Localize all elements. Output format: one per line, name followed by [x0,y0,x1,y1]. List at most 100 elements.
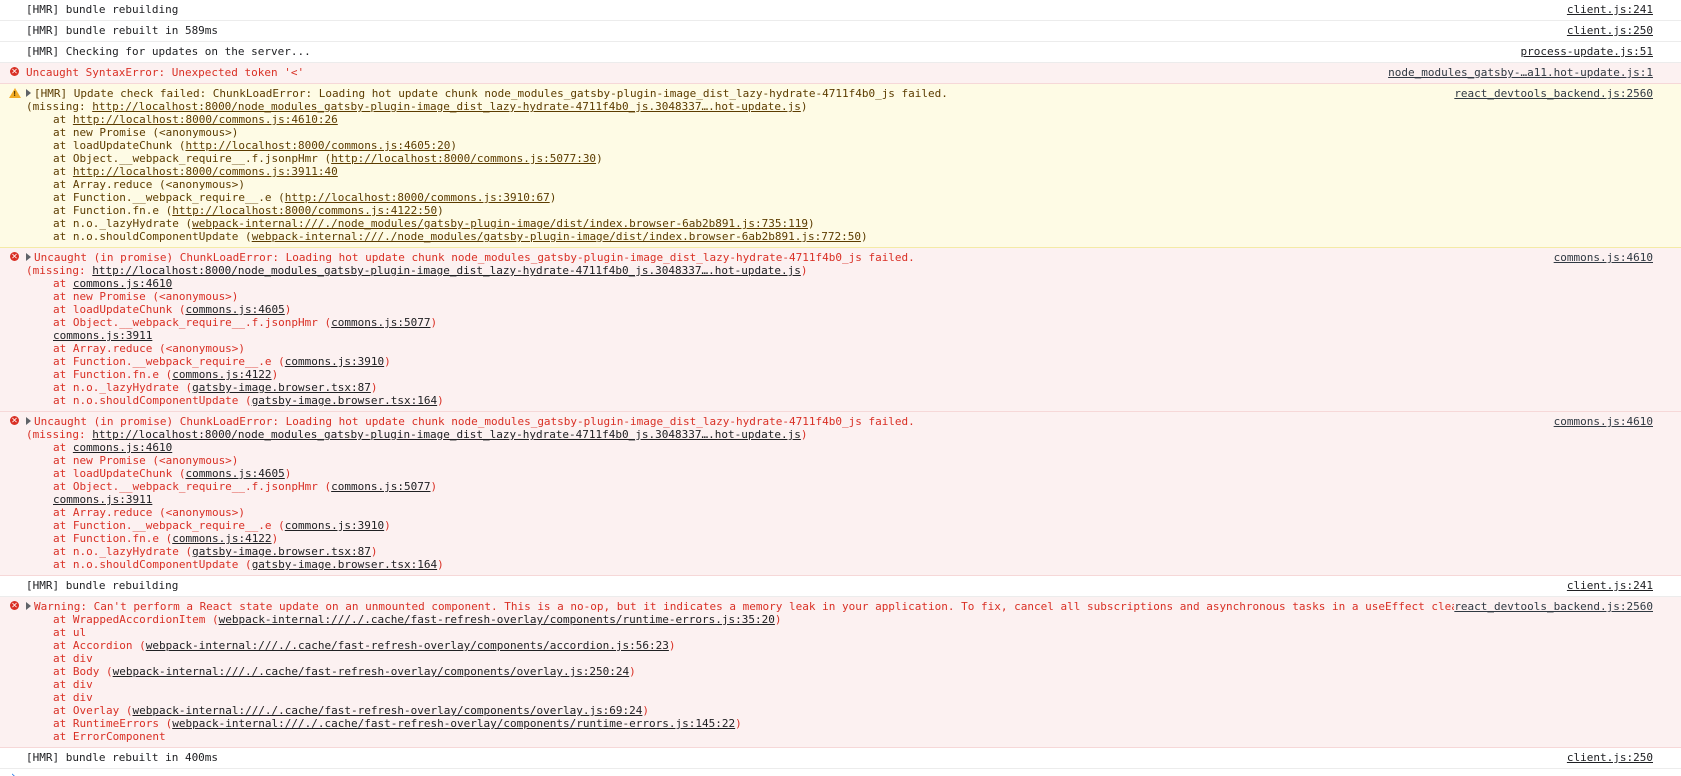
message-text-content: Uncaught (in promise) ChunkLoadError: Lo… [34,415,915,428]
message-gutter [0,3,26,16]
frame-text: at WrappedAccordionItem ( [53,613,219,626]
stack-frame: at n.o._lazyHydrate (webpack-internal://… [26,217,1673,230]
source-link[interactable]: client.js:250 [1566,24,1653,37]
message-text[interactable]: [HMR] Update check failed: ChunkLoadErro… [26,87,1673,100]
frame-source-link[interactable]: commons.js:4610 [73,441,172,454]
source-link[interactable]: react_devtools_backend.js:2560 [1454,600,1653,613]
stack-frame: at div [26,678,1673,691]
frame-source-link[interactable]: webpack-internal:///./.cache/fast-refres… [113,665,630,678]
frame-text: at n.o._lazyHydrate ( [53,217,193,230]
frame-source-link[interactable]: commons.js:4122 [172,532,271,545]
frame-source-link[interactable]: http://localhost:8000/commons.js:4605:20 [185,139,450,152]
frame-source-link[interactable]: http://localhost:8000/commons.js:3910:67 [285,191,550,204]
source-link[interactable]: commons.js:4610 [1553,251,1653,264]
frame-source-link[interactable]: commons.js:3910 [285,519,384,532]
console-prompt[interactable]: › [0,769,1681,776]
frame-source-link[interactable]: webpack-internal:///./.cache/fast-refres… [219,613,775,626]
expand-triangle-icon[interactable] [26,602,31,610]
message-text-content: Warning: Can't perform a React state upd… [34,600,1544,613]
frame-source-link[interactable]: commons.js:3911 [53,329,152,342]
frame-text: at Function.__webpack_require__.e ( [53,355,285,368]
source-link[interactable]: node_modules_gatsby-…a11.hot-update.js:1 [1388,66,1653,79]
frame-source-link[interactable]: webpack-internal:///./.cache/fast-refres… [172,717,735,730]
message-body: [HMR] bundle rebuilt in 400ms [26,751,1681,764]
stack-trace: at commons.js:4610 at new Promise (<anony… [26,277,1673,407]
error-circle-icon: ✕ [10,416,19,425]
stack-frame: at Overlay (webpack-internal:///./.cache… [26,704,1673,717]
source-link[interactable]: process-update.js:51 [1520,45,1653,58]
frame-text: at Function.fn.e ( [53,204,173,217]
frame-text: at n.o._lazyHydrate ( [53,545,193,558]
frame-text: at Function.__webpack_require__.e ( [53,191,285,204]
frame-source-link[interactable]: http://localhost:8000/commons.js:5077:30 [331,152,596,165]
frame-source-link[interactable]: webpack-internal:///./.cache/fast-refres… [132,704,642,717]
missing-url-link[interactable]: http://localhost:8000/node_modules_gatsb… [92,100,801,113]
frame-close: ) [549,191,557,204]
frame-source-link[interactable]: http://localhost:8000/commons.js:4122:50 [172,204,437,217]
message-text-content: Uncaught (in promise) ChunkLoadError: Lo… [34,251,915,264]
expand-triangle-icon[interactable] [26,417,31,425]
frame-text: at div [53,691,93,704]
frame-source-link[interactable]: http://localhost:8000/commons.js:4610:26 [73,113,338,126]
console-message-info: [HMR] bundle rebuilt in 589ms client.js:2… [0,21,1681,42]
missing-prefix: (missing: [26,428,93,441]
warning-triangle-icon: ! [9,88,21,98]
source-link[interactable]: commons.js:4610 [1553,415,1653,428]
frame-source-link[interactable]: commons.js:5077 [331,480,430,493]
frame-source-link[interactable]: webpack-internal:///./node_modules/gatsb… [192,217,808,230]
stack-frame: at new Promise (<anonymous>) [26,126,1673,139]
message-text[interactable]: Warning: Can't perform a React state upd… [26,600,1673,613]
message-gutter: ✕ [0,415,26,428]
console-message-info: [HMR] bundle rebuilding client.js:241 [0,576,1681,597]
missing-line: (missing: http://localhost:8000/node_mod… [26,264,1673,277]
message-text[interactable]: Uncaught (in promise) ChunkLoadError: Lo… [26,415,1673,428]
frame-close: ) [860,230,868,243]
console-panel: [HMR] bundle rebuilding client.js:241 [HMR… [0,0,1681,776]
frame-source-link[interactable]: webpack-internal:///./node_modules/gatsb… [252,230,861,243]
frame-source-link[interactable]: commons.js:4605 [185,303,284,316]
stack-frame: at Function.fn.e (http://localhost:8000/… [26,204,1673,217]
frame-source-link[interactable]: webpack-internal:///./.cache/fast-refres… [146,639,669,652]
frame-source-link[interactable]: gatsby-image.browser.tsx:87 [192,381,371,394]
frame-text: at Overlay ( [53,704,133,717]
frame-source-link[interactable]: commons.js:3910 [285,355,384,368]
frame-text: at Object.__webpack_require__.f.jsonpHmr… [53,480,332,493]
frame-text: at Object.__webpack_require__.f.jsonpHmr… [53,152,332,165]
error-circle-icon: ✕ [10,601,19,610]
frame-text: at ErrorComponent [53,730,166,743]
missing-url-link[interactable]: http://localhost:8000/node_modules_gatsb… [92,428,801,441]
stack-frame: at div [26,652,1673,665]
expand-triangle-icon[interactable] [26,89,31,97]
missing-url-link[interactable]: http://localhost:8000/node_modules_gatsb… [92,264,801,277]
expand-triangle-icon[interactable] [26,253,31,261]
source-link[interactable]: react_devtools_backend.js:2560 [1454,87,1653,100]
frame-source-link[interactable]: commons.js:3911 [53,493,152,506]
stack-frame: at Array.reduce (<anonymous>) [26,506,1673,519]
frame-text: at n.o._lazyHydrate ( [53,381,193,394]
stack-frame: at loadUpdateChunk (commons.js:4605) [26,467,1673,480]
frame-source-link[interactable]: gatsby-image.browser.tsx:87 [192,545,371,558]
message-gutter: ! [0,87,26,100]
stack-frame: at Function.__webpack_require__.e (commo… [26,355,1673,368]
stack-frame: at loadUpdateChunk (http://localhost:800… [26,139,1673,152]
frame-source-link[interactable]: http://localhost:8000/commons.js:3911:40 [73,165,338,178]
message-text[interactable]: Uncaught (in promise) ChunkLoadError: Lo… [26,251,1673,264]
frame-source-link[interactable]: commons.js:5077 [331,316,430,329]
frame-close: ) [370,381,378,394]
console-message-info: [HMR] Checking for updates on the server… [0,42,1681,63]
source-link[interactable]: client.js:250 [1566,751,1653,764]
frame-source-link[interactable]: gatsby-image.browser.tsx:164 [252,394,437,407]
source-link[interactable]: client.js:241 [1566,3,1653,16]
frame-text: at loadUpdateChunk ( [53,139,186,152]
source-link[interactable]: client.js:241 [1566,579,1653,592]
frame-close: ) [437,204,444,217]
message-text: [HMR] Checking for updates on the server… [26,45,1673,58]
stack-frame: at http://localhost:8000/commons.js:3911… [26,165,1673,178]
message-text-content: [HMR] Update check failed: ChunkLoadErro… [34,87,948,100]
frame-text: at [53,113,73,126]
frame-source-link[interactable]: commons.js:4610 [73,277,172,290]
frame-source-link[interactable]: commons.js:4605 [185,467,284,480]
frame-text: at [53,441,73,454]
frame-source-link[interactable]: gatsby-image.browser.tsx:164 [252,558,437,571]
frame-source-link[interactable]: commons.js:4122 [172,368,271,381]
